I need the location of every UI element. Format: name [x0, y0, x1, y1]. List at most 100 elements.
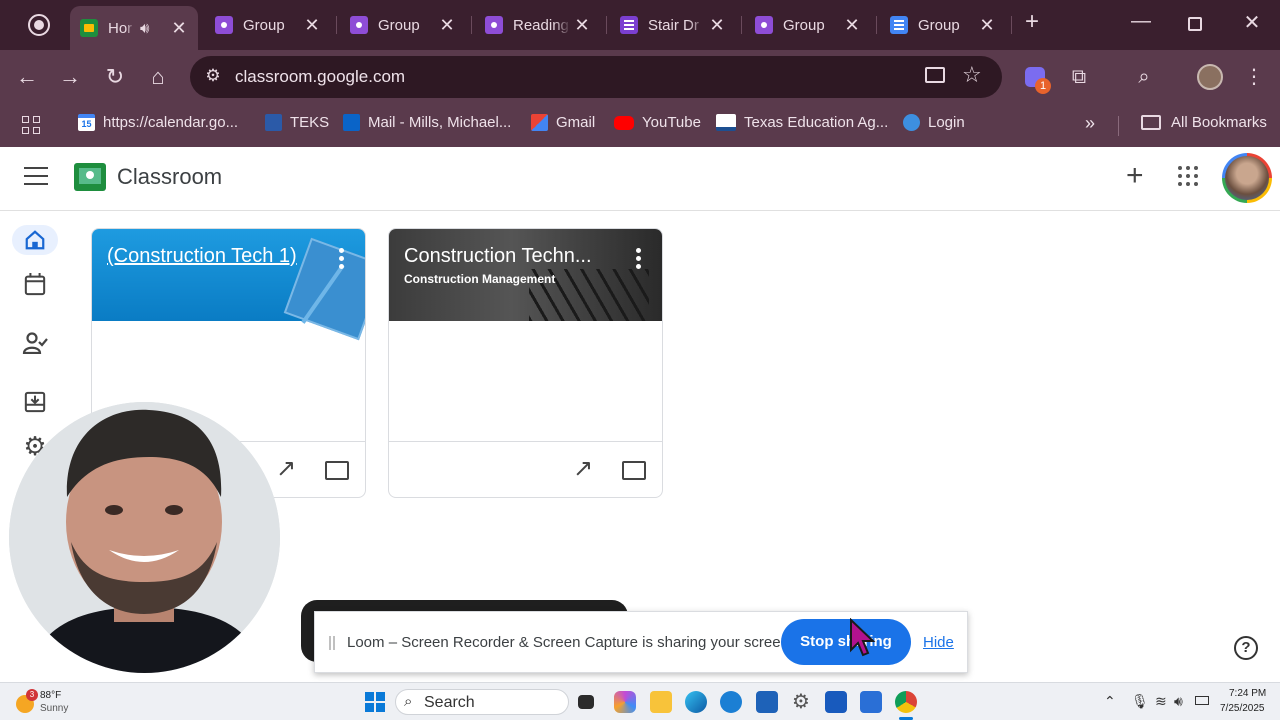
nav-calendar[interactable] [12, 269, 58, 299]
tab-stair[interactable]: Stair Dr ✕ [610, 6, 736, 44]
close-tab-icon[interactable]: ✕ [303, 15, 321, 36]
nav-home[interactable] [12, 225, 58, 255]
tab-search-icon[interactable]: ⌕ [1131, 64, 1157, 90]
close-tab-icon[interactable]: ✕ [708, 15, 726, 36]
add-class-icon[interactable]: + [1126, 161, 1144, 191]
close-window-icon[interactable]: ✕ [1237, 10, 1267, 35]
tab-reading[interactable]: Reading ✕ [475, 6, 601, 44]
task-view-icon[interactable] [578, 695, 594, 709]
close-tab-icon[interactable]: ✕ [438, 15, 456, 36]
webcam-bubble[interactable] [9, 402, 280, 673]
folder-icon[interactable] [325, 461, 349, 480]
bookmark-youtube[interactable]: YouTube [614, 114, 701, 131]
battery-icon[interactable] [1195, 696, 1209, 705]
all-bookmarks-label: All Bookmarks [1171, 114, 1267, 131]
bookmark-mail[interactable]: Mail - Mills, Michael... [343, 114, 511, 131]
tray-overflow-icon[interactable]: ⌃ [1104, 693, 1116, 710]
calendar-icon: 15 [78, 114, 95, 131]
class-title[interactable]: (Construction Tech 1) [107, 245, 297, 268]
tab-group-1[interactable]: Group ✕ [205, 6, 331, 44]
address-bar[interactable]: ⚙︎ classroom.google.com ☆ [190, 56, 1002, 98]
group-icon [350, 16, 368, 34]
apps-grid-icon[interactable] [22, 116, 40, 134]
tab-title: Stair Dr [648, 16, 699, 34]
tab-title: Hor [108, 19, 133, 37]
start-button[interactable] [365, 692, 385, 712]
volume-icon[interactable]: 🔊︎ [1174, 693, 1183, 710]
docs-icon [890, 16, 908, 34]
close-tab-icon[interactable]: ✕ [573, 15, 591, 36]
tab-group-4[interactable]: Group ✕ [880, 6, 1006, 44]
tab-home[interactable]: Hor 🔊︎ ✕ [70, 6, 198, 50]
store-icon[interactable] [756, 691, 778, 713]
main-menu-icon[interactable] [24, 167, 48, 185]
reload-icon[interactable]: ↻ [101, 64, 129, 90]
ie-icon[interactable] [720, 691, 742, 713]
app-icon[interactable] [860, 691, 882, 713]
trending-icon[interactable]: ↗︎ [276, 454, 296, 483]
profile-avatar[interactable] [1197, 64, 1223, 90]
site-info-icon[interactable]: ⚙︎ [202, 66, 224, 88]
folder-icon[interactable] [622, 461, 646, 480]
close-tab-icon[interactable]: ✕ [170, 18, 188, 39]
weather-widget[interactable]: 3 88°F Sunny [14, 687, 104, 717]
bookmark-login[interactable]: Login [903, 114, 965, 131]
group-icon [485, 16, 503, 34]
install-app-icon[interactable] [925, 67, 945, 83]
file-explorer-icon[interactable] [650, 691, 672, 713]
minimize-icon[interactable]: — [1126, 10, 1156, 33]
all-bookmarks[interactable]: All Bookmarks [1141, 114, 1267, 131]
chrome-icon[interactable] [895, 691, 917, 713]
bookmark-label: Texas Education Ag... [744, 114, 889, 131]
copilot-icon[interactable] [614, 691, 636, 713]
youtube-icon [614, 115, 634, 130]
class-title[interactable]: Construction Techn... [404, 245, 592, 268]
home-icon[interactable]: ⌂ [144, 64, 172, 90]
classroom-logo[interactable] [74, 163, 106, 191]
taskbar-search[interactable]: ⌕ Search [395, 689, 569, 715]
new-tab-icon[interactable]: + [1017, 8, 1047, 36]
stop-sharing-button[interactable]: Stop sharing [781, 619, 911, 665]
extensions-puzzle-icon[interactable]: ⧉ [1066, 64, 1092, 90]
close-tab-icon[interactable]: ✕ [843, 15, 861, 36]
close-tab-icon[interactable]: ✕ [978, 15, 996, 36]
archive-icon [24, 391, 46, 413]
forward-icon[interactable]: → [56, 64, 84, 90]
calendar-icon [24, 273, 46, 296]
bookmark-calendar[interactable]: 15 https://calendar.go... [78, 114, 238, 131]
brand-name[interactable]: Classroom [117, 164, 222, 190]
hide-button[interactable]: Hide [923, 634, 954, 651]
tab-group-3[interactable]: Group ✕ [745, 6, 871, 44]
bookmark-star-icon[interactable]: ☆ [962, 62, 982, 88]
bookmark-teks[interactable]: TEKS [265, 114, 329, 131]
card-more-icon[interactable] [339, 248, 345, 270]
more-menu-icon[interactable]: ⋮ [1241, 64, 1267, 90]
wifi-icon[interactable]: ≋ [1155, 693, 1167, 710]
word-icon[interactable] [825, 691, 847, 713]
chrome-menu-icon[interactable] [28, 14, 50, 36]
microphone-icon[interactable]: 🎙︎ [1131, 693, 1149, 710]
nav-enrolled[interactable] [12, 328, 58, 358]
clock-time[interactable]: 7:24 PM [1229, 688, 1266, 699]
card-more-icon[interactable] [636, 248, 642, 270]
drag-handle[interactable] [329, 636, 335, 650]
clock-date[interactable]: 7/25/2025 [1220, 703, 1265, 714]
bookmarks-divider [1118, 116, 1119, 136]
google-apps-icon[interactable] [1178, 166, 1198, 186]
back-icon[interactable]: ← [13, 64, 41, 90]
account-avatar[interactable] [1222, 153, 1272, 203]
bookmark-gmail[interactable]: Gmail [531, 114, 595, 131]
url-text[interactable]: classroom.google.com [235, 67, 405, 87]
help-icon[interactable]: ? [1234, 636, 1258, 660]
tab-group-2[interactable]: Group ✕ [340, 6, 466, 44]
settings-icon[interactable]: ⚙︎ [790, 691, 812, 713]
edge-icon[interactable] [685, 691, 707, 713]
class-card[interactable]: Construction Techn... Construction Manag… [388, 228, 663, 498]
trending-icon[interactable]: ↗︎ [573, 454, 593, 483]
speaker-icon[interactable]: 🔊︎ [140, 20, 149, 37]
bookmark-tea[interactable]: Texas Education Ag... [716, 114, 888, 131]
restore-icon[interactable] [1188, 17, 1202, 31]
mouse-cursor-icon [850, 618, 876, 657]
nav-archived[interactable] [12, 387, 58, 417]
bookmarks-overflow-icon[interactable]: » [1085, 113, 1095, 134]
